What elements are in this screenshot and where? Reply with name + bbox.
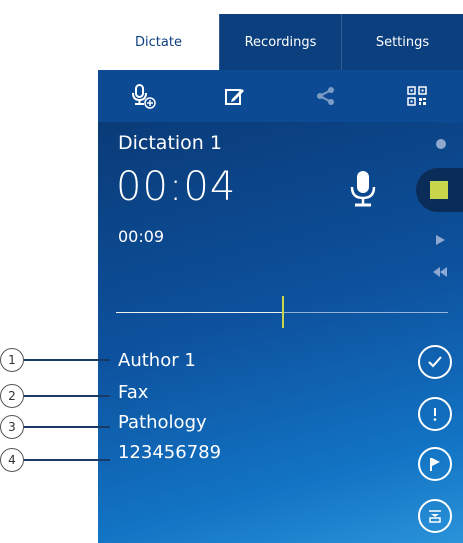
share-icon <box>317 87 335 105</box>
callout-1: 1 <box>0 348 120 372</box>
insert-button[interactable] <box>418 499 452 533</box>
callout-number: 1 <box>0 348 24 372</box>
flag-button[interactable] <box>418 447 452 481</box>
position-fill <box>116 312 282 313</box>
total-duration: 00:09 <box>118 227 165 246</box>
finish-button[interactable] <box>418 345 452 379</box>
qr-code-button[interactable] <box>372 70 463 122</box>
callout-line <box>24 426 110 428</box>
callout-4: 4 <box>0 448 120 472</box>
stop-icon <box>430 181 448 199</box>
tab-dictate[interactable]: Dictate <box>98 14 219 70</box>
callout-number: 3 <box>0 415 24 439</box>
tab-bar: Dictate Recordings Settings <box>98 14 463 70</box>
toolbar <box>98 70 463 122</box>
priority-button[interactable] <box>418 397 452 431</box>
tab-recordings[interactable]: Recordings <box>219 14 341 70</box>
flag-icon <box>430 458 440 471</box>
qr-code-icon <box>407 86 428 106</box>
callout-line <box>24 395 110 397</box>
dictation-title: Dictation 1 <box>118 132 222 154</box>
position-slider[interactable] <box>116 296 448 328</box>
elapsed-time: 00:04 <box>116 164 237 210</box>
dictation-panel: Dictation 1 00:04 00:09 Author 1 Fax Pat… <box>98 122 463 543</box>
play-button[interactable] <box>434 234 446 246</box>
new-dictation-icon <box>131 84 156 109</box>
worktype-value[interactable]: Fax <box>118 382 148 403</box>
edit-button[interactable] <box>189 70 280 122</box>
tab-settings[interactable]: Settings <box>341 14 463 70</box>
category-value[interactable]: Pathology <box>118 412 207 433</box>
share-button[interactable] <box>281 70 372 122</box>
checkmark-icon <box>428 356 442 368</box>
callout-2: 2 <box>0 384 120 408</box>
callout-line <box>24 459 110 461</box>
number-value[interactable]: 123456789 <box>118 442 221 463</box>
stop-button[interactable] <box>416 168 463 212</box>
new-dictation-button[interactable] <box>98 70 189 122</box>
author-value[interactable]: Author 1 <box>118 350 196 371</box>
position-handle[interactable] <box>282 296 284 328</box>
insert-icon <box>429 510 441 523</box>
record-button[interactable] <box>435 138 447 150</box>
exclamation-icon <box>433 408 437 421</box>
rewind-button[interactable] <box>432 266 448 278</box>
microphone-icon <box>350 171 376 207</box>
callout-line <box>24 359 110 361</box>
callout-3: 3 <box>0 415 120 439</box>
callout-number: 2 <box>0 384 24 408</box>
edit-icon <box>224 89 244 105</box>
callout-number: 4 <box>0 448 24 472</box>
